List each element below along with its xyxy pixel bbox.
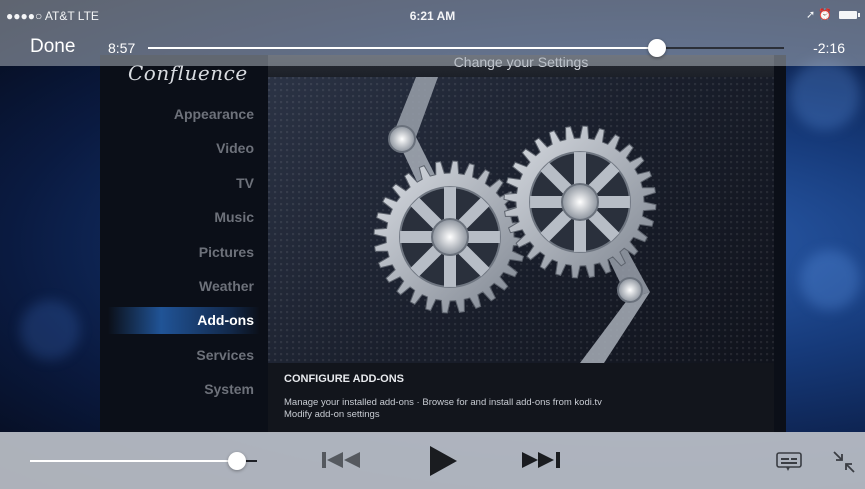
settings-menu-item-label: Pictures [198, 243, 254, 260]
done-button[interactable]: Done [30, 36, 75, 58]
ios-status-bar: ●●●●○ AT&T LTE 6:21 AM ➚ ⏰ [0, 0, 865, 30]
settings-menu-item-add-ons[interactable]: Add-ons [100, 303, 260, 337]
settings-menu-item-tv[interactable]: TV [100, 166, 260, 200]
settings-menu-item-label: Music [214, 209, 254, 226]
scrub-knob[interactable] [647, 39, 666, 57]
playback-scrub-bar: Done 8:57 -2:16 [0, 30, 865, 66]
settings-menu-item-label: Services [196, 346, 254, 363]
scrub-track[interactable] [148, 39, 784, 57]
battery-icon [839, 11, 860, 20]
settings-menu: Appearance Video TV Music Pictures Weather Add… [100, 97, 260, 407]
status-icons: ➚ ⏰ [805, 8, 860, 21]
play-icon[interactable] [428, 445, 458, 477]
settings-info-panel: CONFIGURE ADD-ONS Manage your installed … [268, 363, 774, 433]
settings-menu-item-label: Appearance [173, 106, 254, 122]
location-icon: ➚ [805, 9, 816, 21]
remaining-time: -2:16 [813, 40, 845, 56]
info-description-line2: Modify add-on settings [284, 409, 380, 420]
elapsed-time: 8:57 [108, 40, 136, 56]
settings-menu-item-video[interactable]: Video [100, 131, 260, 165]
settings-menu-item-label: Add-ons [197, 312, 254, 329]
next-track-icon[interactable] [520, 450, 562, 470]
settings-menu-item-appearance[interactable]: Appearance [100, 97, 260, 131]
settings-menu-item-pictures[interactable]: Pictures [100, 235, 260, 269]
alarm-icon: ⏰ [818, 9, 832, 21]
kodi-settings-screen: Confluence Appearance Video TV Music Picture… [100, 55, 786, 433]
playback-controls-bar [0, 432, 865, 489]
gears-illustration [373, 77, 657, 363]
volume-fill [30, 460, 237, 462]
settings-menu-item-label: TV [236, 174, 254, 191]
pivot-top [388, 125, 416, 153]
gear-hub [431, 218, 469, 256]
info-description-line1: Manage your installed add-ons · Browse f… [284, 397, 602, 408]
status-time: 6:21 AM [409, 9, 456, 23]
settings-menu-item-system[interactable]: System [100, 372, 260, 406]
settings-menu-item-label: Weather [199, 277, 254, 294]
settings-menu-item-services[interactable]: Services [100, 338, 260, 372]
exit-fullscreen-icon[interactable] [832, 450, 856, 474]
volume-slider[interactable] [30, 452, 257, 470]
pivot-bottom [617, 277, 643, 303]
subtitles-icon[interactable] [776, 452, 802, 472]
settings-menu-item-label: System [204, 381, 254, 398]
previous-track-icon[interactable] [322, 450, 364, 470]
volume-knob[interactable] [227, 452, 246, 470]
info-title: CONFIGURE ADD-ONS [284, 373, 404, 385]
gear-hub [561, 183, 599, 221]
settings-menu-item-music[interactable]: Music [100, 200, 260, 234]
settings-artwork [268, 77, 774, 363]
scrub-progress-fill [148, 47, 657, 49]
settings-menu-item-weather[interactable]: Weather [100, 269, 260, 303]
settings-menu-item-label: Video [216, 140, 254, 157]
